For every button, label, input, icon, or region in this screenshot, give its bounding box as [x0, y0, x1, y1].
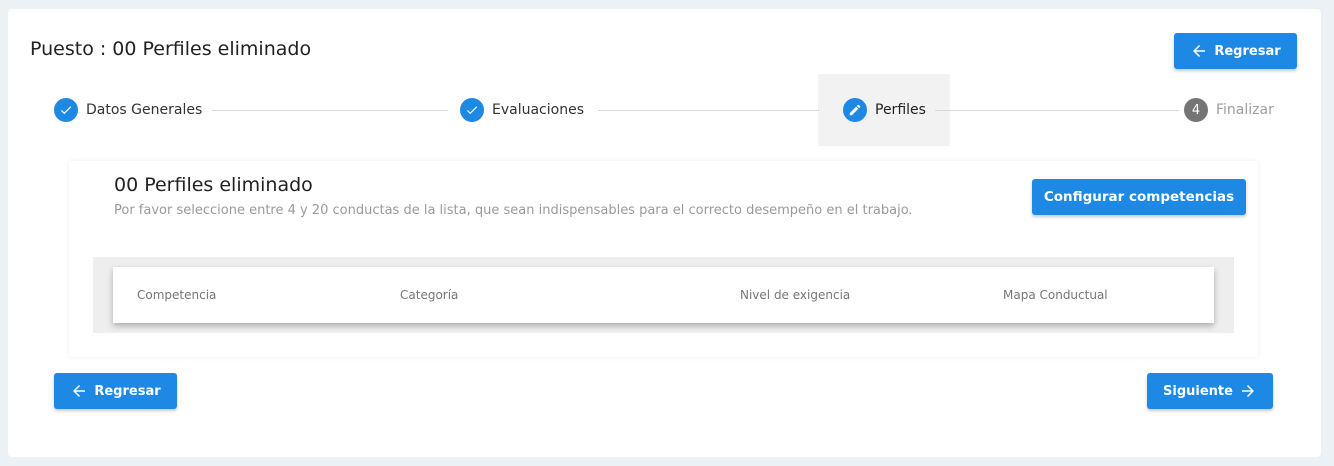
main-card: Puesto : 00 Perfiles eliminado Regresar … — [8, 9, 1321, 457]
arrow-left-icon — [73, 385, 86, 397]
step-label: Evaluaciones — [492, 102, 584, 118]
step-perfiles[interactable]: Perfiles — [843, 98, 926, 122]
step-connector — [598, 110, 819, 111]
check-icon — [460, 98, 484, 122]
column-header-competencia[interactable]: Competencia — [137, 288, 216, 302]
page-title: Puesto : 00 Perfiles eliminado — [30, 38, 312, 60]
back-button-top[interactable]: Regresar — [1174, 33, 1297, 69]
column-header-nivel-exigencia[interactable]: Nivel de exigencia — [740, 288, 850, 302]
check-icon — [54, 98, 78, 122]
step-label: Perfiles — [875, 102, 926, 118]
step-finalizar[interactable]: 4 Finalizar — [1184, 98, 1274, 122]
table-container: Competencia Categoría Nivel de exigencia… — [93, 257, 1234, 333]
arrow-right-icon — [1241, 385, 1254, 397]
next-button[interactable]: Siguiente — [1147, 373, 1273, 409]
step-label: Finalizar — [1216, 102, 1274, 118]
step-datos-generales[interactable]: Datos Generales — [54, 98, 202, 122]
competencies-table: Competencia Categoría Nivel de exigencia… — [113, 267, 1214, 323]
stepper: Datos Generales Evaluaciones Perfiles 4 … — [8, 73, 1321, 147]
profile-title: 00 Perfiles eliminado — [114, 174, 313, 196]
pencil-icon — [843, 98, 867, 122]
back-button-top-label: Regresar — [1214, 43, 1281, 59]
step-connector — [212, 110, 448, 111]
profile-description: Por favor seleccione entre 4 y 20 conduc… — [114, 203, 913, 218]
step-label: Datos Generales — [86, 102, 203, 118]
step-evaluaciones[interactable]: Evaluaciones — [460, 98, 584, 122]
profile-panel: 00 Perfiles eliminado Por favor seleccio… — [69, 161, 1258, 357]
column-header-mapa-conductual[interactable]: Mapa Conductual — [1003, 288, 1108, 302]
back-button-label: Regresar — [94, 383, 161, 399]
arrow-left-icon — [1193, 45, 1206, 57]
step-number: 4 — [1184, 98, 1208, 122]
back-button[interactable]: Regresar — [54, 373, 177, 409]
next-button-label: Siguiente — [1163, 383, 1233, 399]
step-connector — [935, 110, 1179, 111]
configure-competencies-button[interactable]: Configurar competencias — [1032, 179, 1246, 215]
column-header-categoria[interactable]: Categoría — [400, 288, 458, 302]
